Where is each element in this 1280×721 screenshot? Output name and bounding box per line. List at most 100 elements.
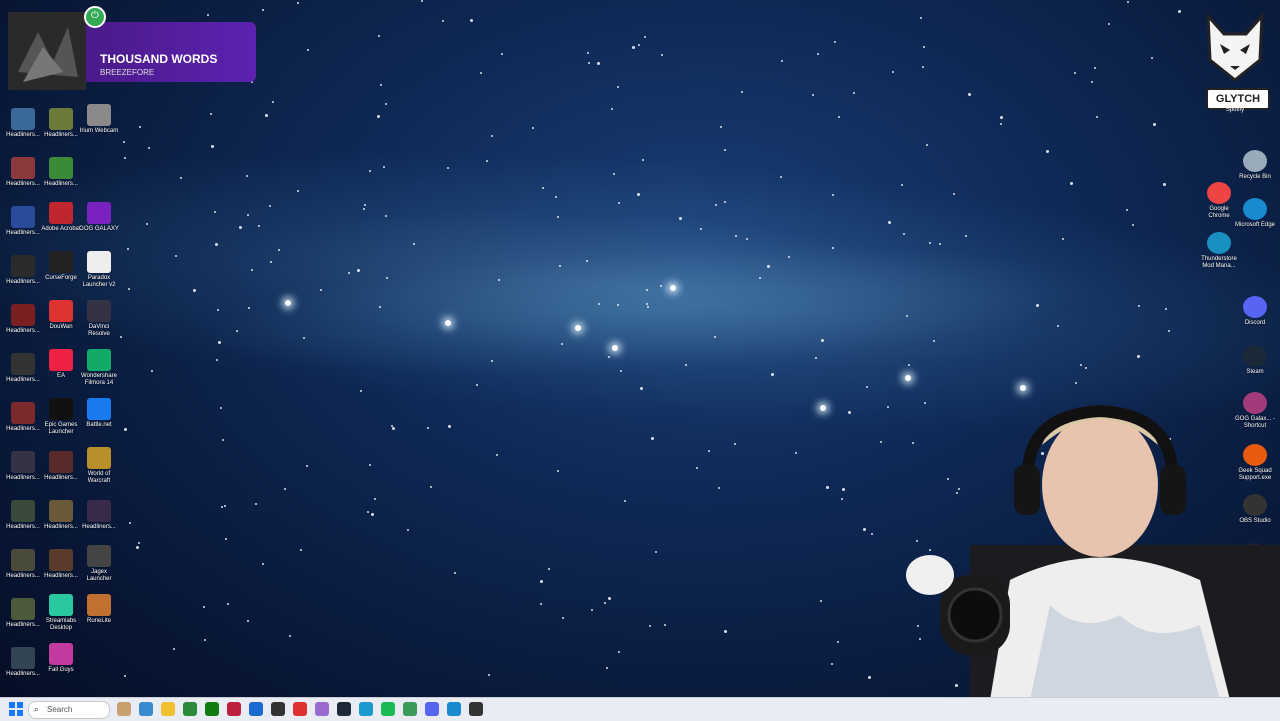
taskbar-app-icon[interactable] (469, 702, 483, 716)
star (368, 169, 371, 172)
star (277, 248, 280, 251)
desktop-icon[interactable]: Recycle Bin (1234, 150, 1276, 181)
desktop-icon[interactable]: Headliners... (2, 647, 44, 678)
desktop-icon[interactable]: Battle.net (78, 398, 120, 429)
desktop-icon[interactable]: Steam (1234, 345, 1276, 376)
star (820, 339, 824, 343)
desktop-icon-label: Headliners... (6, 181, 40, 187)
star (922, 46, 925, 48)
star (235, 329, 238, 332)
star (605, 667, 608, 670)
desktop-icon[interactable]: Headliners... (2, 157, 44, 188)
desktop-icon[interactable]: Headliners... (40, 451, 82, 482)
desktop-icon[interactable]: Headliners... (2, 598, 44, 629)
taskbar-app-icon[interactable] (139, 702, 153, 716)
star (842, 487, 846, 491)
star (453, 571, 456, 574)
desktop-icon[interactable]: World of Warcraft (78, 447, 120, 485)
taskbar-app-icon[interactable] (183, 702, 197, 716)
logo-caption: Spotify (1225, 107, 1245, 113)
star (834, 41, 837, 44)
star (148, 146, 151, 149)
desktop-icon[interactable]: Headliners... (40, 500, 82, 531)
desktop-icon[interactable]: Headliners... (2, 353, 44, 384)
taskbar-app-icon[interactable] (117, 702, 131, 716)
app-icon (49, 549, 73, 571)
desktop-icon-label: Microsoft Edge (1234, 222, 1276, 228)
power-icon[interactable]: ⏻ (84, 6, 106, 28)
app-icon (87, 251, 111, 273)
star (664, 624, 667, 627)
taskbar-app-icon[interactable] (381, 702, 395, 716)
taskbar-app-icon[interactable] (227, 702, 241, 716)
star (766, 265, 770, 269)
star (470, 18, 474, 22)
taskbar-app-icon[interactable] (161, 702, 175, 716)
desktop-icon[interactable]: CurseForge (40, 251, 82, 282)
desktop-icon[interactable]: EA (40, 349, 82, 380)
desktop-icon[interactable]: Discord (1234, 296, 1276, 327)
taskbar-app-icon[interactable] (315, 702, 329, 716)
desktop-icon[interactable]: Microsoft Edge (1234, 198, 1276, 229)
desktop-icon[interactable]: Thunderstore Mod Mana... (1198, 232, 1240, 270)
desktop-icon[interactable]: Headliners... (2, 108, 44, 139)
desktop-icon[interactable]: Paradox Launcher v2 (78, 251, 120, 289)
star (891, 71, 894, 74)
taskbar: ⌕ Search (0, 697, 1280, 721)
desktop-icon[interactable]: Epic Games Launcher (40, 398, 82, 436)
app-icon (87, 545, 111, 567)
taskbar-app-icon[interactable] (249, 702, 263, 716)
star (540, 603, 543, 606)
desktop-icon[interactable]: Headliners... (2, 304, 44, 335)
star (123, 140, 126, 143)
star (816, 52, 819, 55)
desktop-icon[interactable]: GOG GALAXY (78, 202, 120, 233)
desktop-icon[interactable]: Headliners... (40, 108, 82, 139)
star (420, 0, 423, 3)
desktop-icon[interactable]: Headliners... (2, 402, 44, 433)
desktop-icon[interactable]: Headliners... (2, 451, 44, 482)
desktop-icon[interactable]: Fall Guys (40, 643, 82, 674)
app-icon (1243, 150, 1267, 172)
desktop-icon[interactable]: Headliners... (2, 500, 44, 531)
taskbar-app-icon[interactable] (447, 702, 461, 716)
star (307, 48, 310, 51)
star (1090, 80, 1093, 83)
star (1153, 122, 1157, 126)
desktop-icon[interactable]: Irium Webcam (78, 104, 120, 135)
star (967, 92, 971, 96)
desktop-icon[interactable]: Streamlabs Desktop (40, 594, 82, 632)
taskbar-app-icon[interactable] (425, 702, 439, 716)
desktop-icon[interactable]: Headliners... (2, 206, 44, 237)
desktop-icon[interactable]: Headliners... (40, 549, 82, 580)
star (223, 504, 226, 507)
desktop-icon[interactable]: Headliners... (2, 255, 44, 286)
star (1167, 329, 1170, 332)
star (123, 427, 127, 431)
desktop-icon[interactable]: DaVinci Resolve (78, 300, 120, 338)
taskbar-app-icon[interactable] (271, 702, 285, 716)
star (1094, 66, 1097, 69)
desktop-icon[interactable]: Headliners... (40, 157, 82, 188)
taskbar-app-icon[interactable] (403, 702, 417, 716)
star (378, 35, 381, 38)
desktop-icon[interactable]: Headliners... (2, 549, 44, 580)
taskbar-search[interactable]: ⌕ Search (28, 701, 110, 719)
desktop-icon[interactable]: Wondershare Filmora 14 (78, 349, 120, 387)
taskbar-app-icon[interactable] (359, 702, 373, 716)
star (374, 498, 377, 501)
taskbar-app-icon[interactable] (205, 702, 219, 716)
desktop-icon[interactable]: Jagex Launcher (78, 545, 120, 583)
desktop-icon[interactable]: DouWan (40, 300, 82, 331)
desktop-icon-label: Recycle Bin (1239, 174, 1271, 180)
app-icon (87, 202, 111, 224)
windows-start-icon[interactable] (9, 702, 23, 716)
taskbar-app-icon[interactable] (337, 702, 351, 716)
desktop-icon[interactable]: Headliners... (78, 500, 120, 531)
desktop-icon[interactable]: RuneLite (78, 594, 120, 625)
star (382, 165, 385, 168)
desktop-icon-label: Discord (1244, 320, 1266, 326)
taskbar-app-icon[interactable] (293, 702, 307, 716)
glytch-logo[interactable]: GLYTCH Spotify (1202, 10, 1270, 113)
desktop-icon[interactable]: Adobe Acrobat (40, 202, 82, 233)
